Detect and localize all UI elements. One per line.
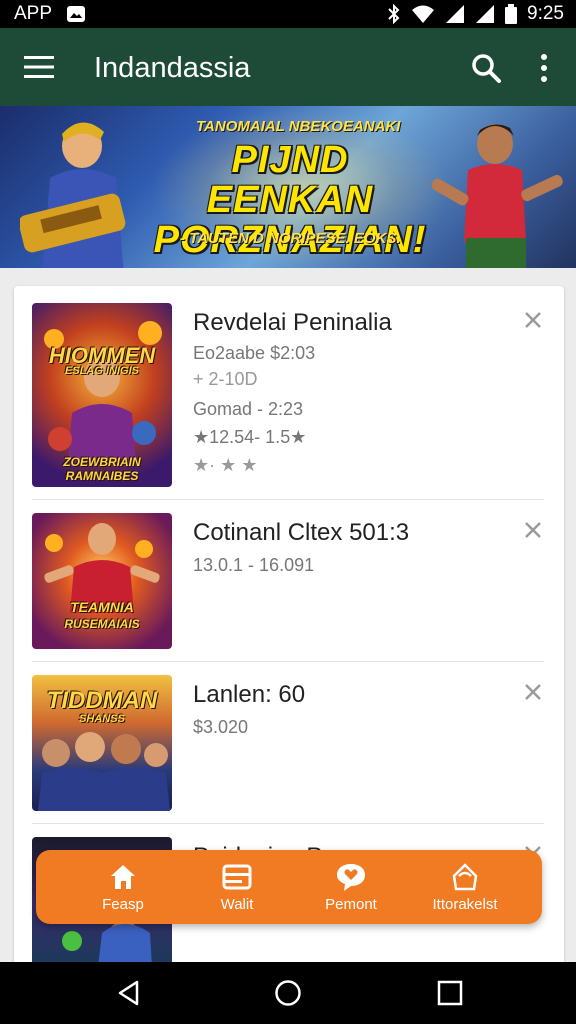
status-time: 9:25 (527, 3, 564, 24)
wallet-icon (222, 864, 252, 890)
thumbnail-footer: RUSEMAIAIS (64, 617, 140, 631)
game-thumbnail[interactable]: HIOMMEN ESLAG INIGIS ZOEWBRIAIN RAMNAIBE… (32, 303, 172, 487)
chat-heart-icon (337, 864, 365, 891)
signal-icon (446, 5, 465, 23)
status-bar: APP 9:25 (0, 0, 576, 28)
list-item[interactable]: TEAMNIA RUSEMAIAIS Cotinanl Cltex 501:3 … (32, 513, 544, 651)
battery-icon (505, 4, 518, 24)
thumbnail-title: TIDDMAN (46, 687, 158, 714)
wifi-icon (412, 5, 435, 23)
nav-item-wallet[interactable]: Walit (180, 850, 294, 924)
search-icon[interactable] (470, 52, 502, 84)
list-divider (32, 823, 544, 824)
game-price-line: $3.020 (193, 717, 249, 737)
banner-kicker: TANOMAIAL NBEKOEANAKI (196, 118, 401, 135)
app-title: Indandassia (94, 52, 251, 84)
thumbnail-subtitle: ESLAG INIGIS (65, 365, 139, 377)
nav-item-home[interactable]: Feasp (66, 850, 180, 924)
game-title: Revdelai Peninalia (193, 309, 392, 336)
close-icon[interactable] (524, 521, 542, 539)
home-circle-icon[interactable] (274, 979, 302, 1007)
recents-icon[interactable] (436, 979, 464, 1007)
system-navigation-bar (0, 962, 576, 1024)
more-vertical-icon[interactable] (536, 52, 552, 84)
list-item[interactable]: HIOMMEN ESLAG INIGIS ZOEWBRIAIN RAMNAIBE… (32, 303, 544, 489)
close-icon[interactable] (524, 683, 542, 701)
nav-label: Pemont (325, 896, 377, 913)
gift-icon (452, 863, 478, 891)
close-icon[interactable] (524, 311, 542, 329)
nav-label: Ittorakelst (432, 896, 498, 913)
bottom-navigation: Feasp Walit Pemont Ittorakelst (36, 850, 542, 924)
list-item[interactable]: TIDDMAN SHANSS Lanlen: 60 $3.020 (32, 675, 544, 813)
home-icon (111, 865, 135, 889)
app-bar: Indandassia (0, 28, 576, 106)
thumbnail-footer: ZOEWBRIAIN RAMNAIBES (63, 455, 141, 483)
thumbnail-subtitle: SHANSS (79, 713, 125, 725)
nav-item-gifts[interactable]: Ittorakelst (408, 850, 522, 924)
hamburger-menu-icon[interactable] (24, 56, 54, 78)
banner-hero-guitarist (20, 122, 126, 268)
bluetooth-icon (388, 4, 400, 24)
game-price-line: Eo2aabe $2:03 (193, 343, 316, 363)
banner-hero-runner (431, 124, 563, 268)
game-version-line: + 2-10D (193, 369, 258, 389)
gallery-notification-icon (67, 6, 86, 22)
game-stars-line: ★· ★ ★ (193, 455, 258, 475)
status-app-label: APP (14, 3, 53, 24)
game-rating-line: ★12.54- 1.5★ (193, 427, 307, 447)
list-divider (32, 499, 544, 500)
game-title: Lanlen: 60 (193, 681, 306, 708)
game-thumbnail[interactable]: TIDDMAN SHANSS (32, 675, 172, 811)
banner-tagline: - TAUTEN D NORIPESE. EOKS. (180, 230, 401, 247)
nav-label: Walit (220, 896, 254, 913)
game-title: Cotinanl Cltex 501:3 (193, 519, 410, 546)
back-icon[interactable] (115, 979, 143, 1007)
game-detail-line: 13.0.1 - 16.091 (193, 555, 315, 575)
thumbnail-title: TEAMNIA (70, 599, 134, 615)
signal-icon-2 (476, 5, 495, 23)
game-thumbnail[interactable]: TEAMNIA RUSEMAIAIS (32, 513, 172, 649)
game-duration-line: Gomad - 2:23 (193, 399, 304, 419)
promo-banner[interactable]: TANOMAIAL NBEKOEANAKI PIJND EENKAN PORZN… (0, 106, 576, 268)
nav-item-payment[interactable]: Pemont (294, 850, 408, 924)
list-divider (32, 661, 544, 662)
nav-label: Feasp (102, 896, 144, 913)
